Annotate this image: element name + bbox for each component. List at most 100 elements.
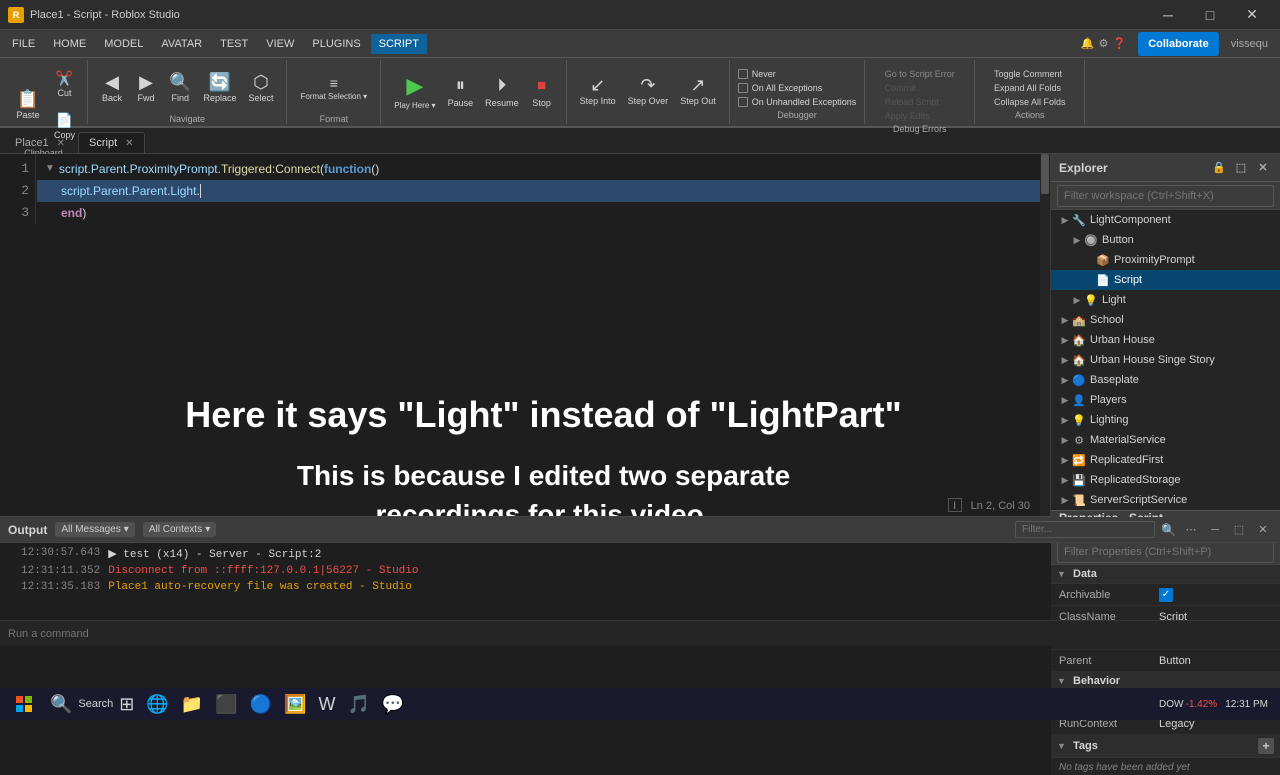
prop-section-header-2[interactable]: ▼ Tags+ bbox=[1051, 735, 1280, 758]
debug-never-checkbox[interactable] bbox=[738, 69, 748, 79]
output-close-button[interactable]: ✕ bbox=[1254, 521, 1272, 539]
menu-plugins[interactable]: PLUGINS bbox=[304, 34, 368, 54]
tree-arrow-14[interactable]: ▶ bbox=[1059, 495, 1071, 506]
tree-item-12[interactable]: ▶ 🔁 ReplicatedFirst bbox=[1051, 450, 1280, 470]
title-controls[interactable]: ─ □ ✕ bbox=[1148, 0, 1272, 30]
cut-button[interactable]: ✂️ Cut bbox=[50, 64, 79, 104]
start-button[interactable] bbox=[4, 688, 44, 720]
tree-item-0[interactable]: ▶ 🔧 LightComponent bbox=[1051, 210, 1280, 230]
tab-script-close[interactable]: ✕ bbox=[125, 138, 133, 149]
format-selection-button[interactable]: ≡ Format Selection ▾ bbox=[295, 64, 372, 112]
forward-button[interactable]: ▶ Fwd bbox=[130, 64, 162, 112]
tree-item-2[interactable]: 📦 ProximityPrompt bbox=[1051, 250, 1280, 270]
goto-error-label[interactable]: Go to Script Error bbox=[885, 69, 955, 79]
discord-icon[interactable]: 💬 bbox=[376, 694, 410, 715]
taskview-icon[interactable]: ⊞ bbox=[113, 694, 140, 715]
tree-arrow-8[interactable]: ▶ bbox=[1059, 375, 1071, 386]
code-area[interactable]: ▼ script.Parent.ProximityPrompt.Triggere… bbox=[37, 154, 1040, 228]
editor-scrollbar[interactable] bbox=[1040, 154, 1050, 516]
tab-place1-close[interactable]: ✕ bbox=[57, 138, 65, 149]
tree-arrow-9[interactable]: ▶ bbox=[1059, 395, 1071, 406]
tree-item-6[interactable]: ▶ 🏠 Urban House bbox=[1051, 330, 1280, 350]
tree-arrow-6[interactable]: ▶ bbox=[1059, 335, 1071, 346]
collapse-all-label[interactable]: Collapse All Folds bbox=[994, 97, 1066, 107]
tree-item-9[interactable]: ▶ 👤 Players bbox=[1051, 390, 1280, 410]
minimize-button[interactable]: ─ bbox=[1148, 0, 1188, 30]
tree-arrow-4[interactable]: ▶ bbox=[1071, 295, 1083, 306]
files-icon[interactable]: 📁 bbox=[175, 694, 209, 715]
menu-test[interactable]: TEST bbox=[212, 34, 256, 54]
resume-button[interactable]: ⏵ Resume bbox=[480, 67, 524, 115]
tree-arrow-13[interactable]: ▶ bbox=[1059, 475, 1071, 486]
replace-button[interactable]: 🔄 Replace bbox=[198, 64, 241, 112]
expand-all-label[interactable]: Expand All Folds bbox=[994, 83, 1061, 93]
tree-arrow-7[interactable]: ▶ bbox=[1059, 355, 1071, 366]
explorer-lock-button[interactable]: 🔒 bbox=[1210, 159, 1228, 177]
select-button[interactable]: ⬡ Select bbox=[243, 64, 278, 112]
spotify-icon[interactable]: 🎵 bbox=[341, 694, 375, 715]
explorer-expand-button[interactable]: ⬚ bbox=[1232, 159, 1250, 177]
word-icon[interactable]: W bbox=[312, 694, 341, 715]
menu-avatar[interactable]: AVATAR bbox=[153, 34, 210, 54]
filter-workspace-input[interactable] bbox=[1057, 185, 1274, 207]
play-here-button[interactable]: ▶ Play Here ▾ bbox=[389, 67, 440, 115]
explorer-close-button[interactable]: ✕ bbox=[1254, 159, 1272, 177]
tree-item-14[interactable]: ▶ 📜 ServerScriptService bbox=[1051, 490, 1280, 510]
collaborate-button[interactable]: Collaborate bbox=[1138, 32, 1219, 56]
search-taskbar[interactable]: 🔍 bbox=[44, 694, 78, 715]
tree-arrow-0[interactable]: ▶ bbox=[1059, 215, 1071, 226]
tree-arrow-10[interactable]: ▶ bbox=[1059, 415, 1071, 426]
find-button[interactable]: 🔍 Find bbox=[164, 64, 196, 112]
step-into-button[interactable]: ↙ Step Into bbox=[575, 67, 621, 115]
tree-item-10[interactable]: ▶ 💡 Lighting bbox=[1051, 410, 1280, 430]
pause-button[interactable]: ⏸ Pause bbox=[443, 67, 479, 115]
menu-script[interactable]: SCRIPT bbox=[371, 34, 427, 54]
tree-arrow-11[interactable]: ▶ bbox=[1059, 435, 1071, 446]
editor-scroll-thumb[interactable] bbox=[1041, 154, 1049, 194]
menu-file[interactable]: FILE bbox=[4, 34, 43, 54]
photos-icon[interactable]: 🖼️ bbox=[278, 694, 312, 715]
output-filter-input[interactable] bbox=[1015, 521, 1155, 538]
tree-item-3[interactable]: 📄 Script bbox=[1051, 270, 1280, 290]
tree-item-7[interactable]: ▶ 🏠 Urban House Singe Story bbox=[1051, 350, 1280, 370]
code-editor[interactable]: 1 2 3 ▼ script.Parent.ProximityPrompt.Tr… bbox=[0, 154, 1050, 516]
toggle-comment-label[interactable]: Toggle Comment bbox=[994, 69, 1062, 79]
debug-all-checkbox[interactable] bbox=[738, 83, 748, 93]
stop-button[interactable]: ⏹ Stop bbox=[526, 67, 558, 115]
menu-view[interactable]: VIEW bbox=[258, 34, 302, 54]
chrome-icon[interactable]: 🔵 bbox=[244, 694, 278, 715]
output-minimize-button[interactable]: ─ bbox=[1206, 521, 1224, 539]
tree-item-13[interactable]: ▶ 💾 ReplicatedStorage bbox=[1051, 470, 1280, 490]
messages-filter-button[interactable]: All Messages ▾ bbox=[55, 522, 135, 537]
menu-model[interactable]: MODEL bbox=[96, 34, 151, 54]
tree-item-11[interactable]: ▶ ⚙ MaterialService bbox=[1051, 430, 1280, 450]
tree-arrow-12[interactable]: ▶ bbox=[1059, 455, 1071, 466]
tree-item-8[interactable]: ▶ 🔵 Baseplate bbox=[1051, 370, 1280, 390]
taskbar-search-text[interactable]: Search bbox=[78, 698, 113, 710]
output-more-button[interactable]: ⋯ bbox=[1182, 521, 1200, 539]
tree-arrow-1[interactable]: ▶ bbox=[1071, 235, 1083, 246]
toolbar-format-group: ≡ Format Selection ▾ Format bbox=[287, 60, 381, 124]
edge-icon[interactable]: 🌐 bbox=[140, 694, 174, 715]
output-expand-button[interactable]: ⬚ bbox=[1230, 521, 1248, 539]
tab-script[interactable]: Script ✕ bbox=[78, 132, 145, 153]
prop-row-0-3[interactable]: ParentButton bbox=[1051, 650, 1280, 672]
maximize-button[interactable]: □ bbox=[1190, 0, 1230, 30]
tree-item-1[interactable]: ▶ 🔘 Button bbox=[1051, 230, 1280, 250]
step-over-button[interactable]: ↷ Step Over bbox=[623, 67, 674, 115]
back-button[interactable]: ◀ Back bbox=[96, 64, 128, 112]
close-button[interactable]: ✕ bbox=[1232, 0, 1272, 30]
tab-place1[interactable]: Place1 ✕ bbox=[4, 132, 76, 153]
terminal-icon[interactable]: ⬛ bbox=[209, 694, 243, 715]
tree-item-5[interactable]: ▶ 🏫 School bbox=[1051, 310, 1280, 330]
tree-arrow-5[interactable]: ▶ bbox=[1059, 315, 1071, 326]
output-command-input[interactable] bbox=[8, 628, 1272, 640]
debug-unhandled-checkbox[interactable] bbox=[738, 97, 748, 107]
step-out-button[interactable]: ↗ Step Out bbox=[675, 67, 721, 115]
menu-home[interactable]: HOME bbox=[45, 34, 94, 54]
tree-item-4[interactable]: ▶ 💡 Light bbox=[1051, 290, 1280, 310]
fold-arrow-1[interactable]: ▼ bbox=[45, 158, 55, 180]
contexts-filter-button[interactable]: All Contexts ▾ bbox=[143, 522, 216, 537]
prop-add-2[interactable]: + bbox=[1258, 738, 1274, 754]
paste-button[interactable]: 📋 Paste bbox=[8, 81, 48, 129]
